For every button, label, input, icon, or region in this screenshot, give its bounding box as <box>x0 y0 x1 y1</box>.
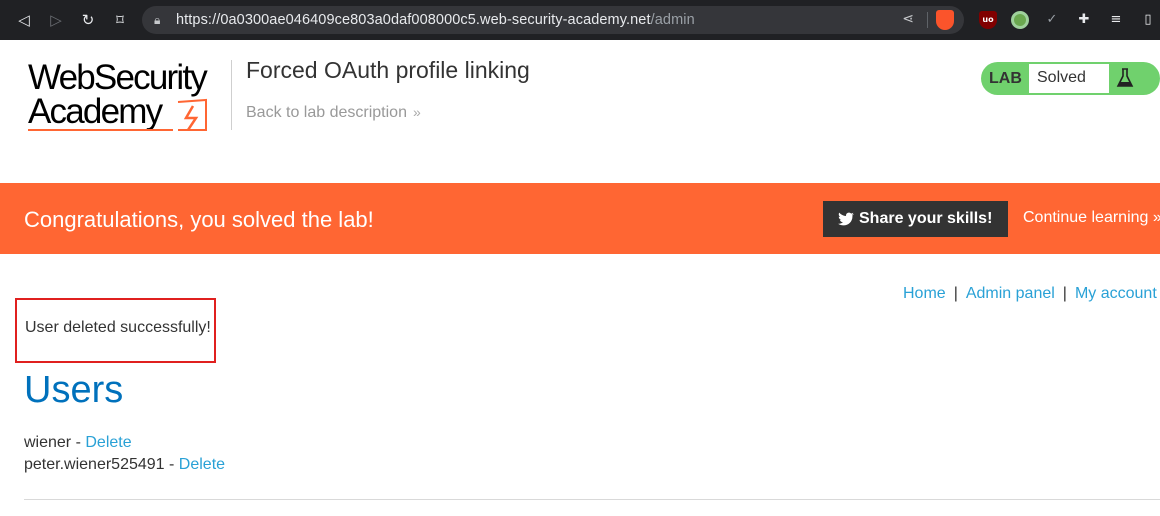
reload-icon[interactable]: ↻ <box>78 10 98 30</box>
lab-status-badge: LAB Solved <box>981 62 1160 95</box>
back-icon[interactable]: ◁ <box>14 10 34 30</box>
lab-status: Solved <box>1029 64 1109 93</box>
forward-icon[interactable]: ▷ <box>46 10 66 30</box>
back-to-lab-link[interactable]: Back to lab description » <box>246 104 421 122</box>
lab-title: Forced OAuth profile linking <box>246 57 530 83</box>
account-nav: Home | Admin panel | My account <box>903 285 1157 303</box>
chevron-right-icon: » <box>1153 209 1160 226</box>
continue-learning-link[interactable]: Continue learning » <box>1023 209 1160 227</box>
share-skills-label: Share your skills! <box>859 210 993 227</box>
share-skills-button[interactable]: Share your skills! <box>823 201 1008 237</box>
brave-shield-icon[interactable] <box>936 10 954 30</box>
content-divider <box>24 499 1160 500</box>
back-link-label: Back to lab description <box>246 104 407 121</box>
logo-lightning-icon <box>28 98 207 131</box>
address-bar[interactable]: 🔒︎ https://0a0300ae046409ce803a0daf00800… <box>142 6 964 34</box>
chevron-right-icon: » <box>412 104 421 120</box>
page-title: Users <box>24 369 124 411</box>
flask-icon <box>1116 68 1134 87</box>
continue-learning-label: Continue learning <box>1023 209 1149 226</box>
user-row: peter.wiener525491 - Delete <box>24 456 225 474</box>
solved-message: Congratulations, you solved the lab! <box>24 207 374 232</box>
home-link[interactable]: Home <box>903 285 946 302</box>
user-row: wiener - Delete <box>24 434 132 452</box>
extension-green-icon[interactable] <box>1011 11 1029 29</box>
user-separator: - <box>164 456 179 473</box>
bookmark-icon[interactable]: ⌑ <box>110 10 130 30</box>
user-separator: - <box>71 434 86 451</box>
nav-separator: | <box>953 285 958 302</box>
browser-toolbar: ◁ ▷ ↻ ⌑ 🔒︎ https://0a0300ae046409ce803a0… <box>0 0 1160 40</box>
delete-user-link[interactable]: Delete <box>85 434 131 451</box>
url-host: https://0a0300ae046409ce803a0daf008000c5… <box>176 12 651 28</box>
share-icon[interactable]: ⋖ <box>902 11 914 27</box>
user-name: peter.wiener525491 <box>24 456 165 473</box>
url-path: /admin <box>650 12 695 28</box>
sidebar-icon[interactable]: ▯ <box>1139 11 1157 29</box>
media-icon[interactable]: ≡ <box>1107 11 1125 29</box>
ublock-icon[interactable]: uo <box>979 11 997 29</box>
twitter-icon <box>838 212 854 226</box>
my-account-link[interactable]: My account <box>1075 285 1157 302</box>
url-text[interactable]: https://0a0300ae046409ce803a0daf008000c5… <box>176 12 695 28</box>
solved-banner: Congratulations, you solved the lab! Sha… <box>0 183 1160 254</box>
puzzle-icon[interactable]: ✚ <box>1075 11 1093 29</box>
delete-user-link[interactable]: Delete <box>179 456 225 473</box>
web-security-academy-logo[interactable]: WebSecurity Academy <box>28 60 228 140</box>
header-divider <box>231 60 232 130</box>
lab-label: LAB <box>989 70 1022 87</box>
urlbar-separator <box>927 12 928 28</box>
lock-icon: 🔒︎ <box>154 13 161 27</box>
nav-separator: | <box>1062 285 1067 302</box>
admin-panel-link[interactable]: Admin panel <box>966 285 1055 302</box>
check-icon[interactable]: ✓ <box>1043 11 1061 29</box>
success-notice: User deleted successfully! <box>25 319 211 336</box>
user-name: wiener <box>24 434 72 451</box>
